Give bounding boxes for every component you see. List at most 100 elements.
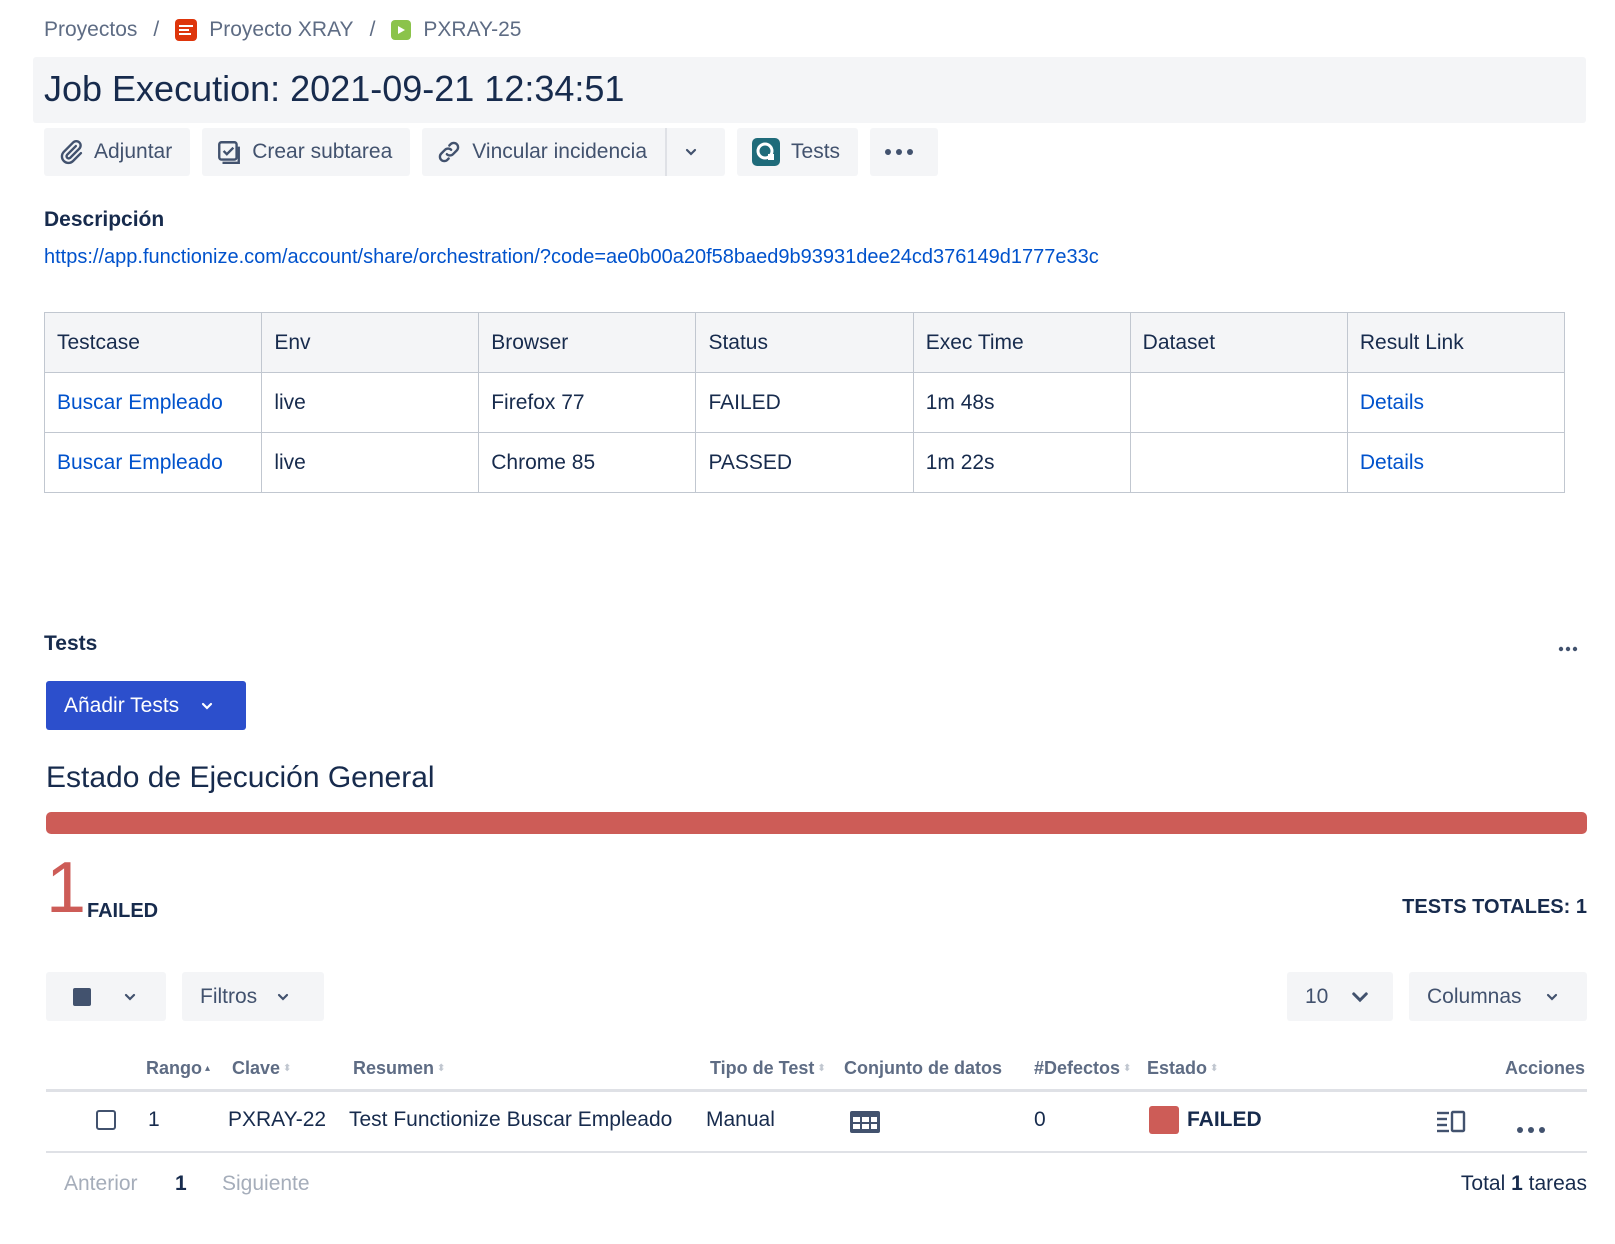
table-row: 1 PXRAY-22 Test Functionize Buscar Emple… xyxy=(46,1092,1587,1153)
execution-table-header: Testcase Env Browser Status Exec Time Da… xyxy=(43,312,1566,373)
breadcrumb-issue[interactable]: PXRAY-25 xyxy=(391,18,521,42)
page-title[interactable]: Job Execution: 2021-09-21 12:34:51 xyxy=(44,68,624,110)
column-header-label: Acciones xyxy=(1505,1058,1586,1078)
test-key-link[interactable]: PXRAY-22 xyxy=(228,1108,326,1132)
column-header-label: Clave xyxy=(232,1058,281,1078)
columns-dropdown[interactable]: Columnas xyxy=(1409,972,1587,1021)
attach-button[interactable]: Adjuntar xyxy=(44,128,191,176)
tests-total: TESTS TOTALES: 1 xyxy=(1402,896,1587,918)
tests-table-header: Rango ▴ Clave ⬍ Resumen ⬍ Tipo de Test ⬍… xyxy=(46,1054,1587,1092)
table-row: Buscar Empleado live Firefox 77 FAILED 1… xyxy=(43,372,1566,433)
create-subtask-button[interactable]: Crear subtarea xyxy=(202,128,411,176)
failed-count-label: FAILED xyxy=(87,900,159,922)
summary-cell: Test Functionize Buscar Empleado xyxy=(349,1108,673,1131)
filters-dropdown[interactable]: Filtros xyxy=(182,972,324,1021)
result-details-link[interactable]: Details xyxy=(1360,391,1424,414)
details-view-button[interactable] xyxy=(1435,1109,1467,1139)
column-header-label: Resumen xyxy=(353,1058,435,1078)
dataset-grid-button[interactable] xyxy=(849,1110,881,1140)
column-header-key[interactable]: Clave ⬍ xyxy=(232,1058,291,1079)
description-link[interactable]: https://app.functionize.com/account/shar… xyxy=(44,246,1099,269)
execution-status-heading: Estado de Ejecución General xyxy=(46,761,435,794)
column-header: Dataset xyxy=(1129,312,1348,373)
tests-app-icon xyxy=(752,138,781,166)
testcase-link[interactable]: Buscar Empleado xyxy=(57,451,223,474)
link-issue-label: Vincular incidencia xyxy=(472,140,648,163)
issue-toolbar: Adjuntar Crear subtarea Vincular inciden… xyxy=(44,128,950,176)
row-checkbox[interactable] xyxy=(96,1110,116,1130)
column-header-label: Rango xyxy=(146,1058,202,1078)
more-actions-button[interactable] xyxy=(870,128,939,176)
sort-icon: ⬍ xyxy=(817,1062,826,1074)
breadcrumb-projects[interactable]: Proyectos xyxy=(44,18,137,42)
select-all-checkbox[interactable] xyxy=(73,988,91,1006)
add-tests-button[interactable]: Añadir Tests xyxy=(46,681,246,730)
chevron-down-icon xyxy=(685,148,697,156)
column-header-state[interactable]: Estado ⬍ xyxy=(1147,1058,1218,1079)
status-cell: PASSED xyxy=(695,432,914,493)
bulk-select-dropdown[interactable] xyxy=(46,972,166,1021)
rank-cell: 1 xyxy=(148,1108,160,1131)
chevron-down-icon xyxy=(124,993,136,1001)
pagination-previous[interactable]: Anterior xyxy=(64,1172,138,1196)
sort-icon: ⬍ xyxy=(283,1062,292,1074)
total-tasks: Total 1 tareas xyxy=(1461,1172,1587,1196)
execution-table: Testcase Env Browser Status Exec Time Da… xyxy=(43,312,1566,493)
chevron-down-icon xyxy=(1546,993,1557,1001)
paperclip-icon xyxy=(60,140,83,165)
column-header-summary[interactable]: Resumen ⬍ xyxy=(353,1058,445,1079)
env-cell: live xyxy=(261,432,480,493)
status-cell: FAILED xyxy=(695,372,914,433)
column-header-rank[interactable]: Rango ▴ xyxy=(146,1058,210,1079)
env-cell: live xyxy=(261,372,480,433)
details-view-icon xyxy=(1437,1110,1466,1133)
link-icon xyxy=(439,141,460,163)
link-issue-button[interactable]: Vincular incidencia xyxy=(422,128,666,176)
column-header-label: #Defectos xyxy=(1034,1058,1121,1078)
column-header-defects[interactable]: #Defectos ⬍ xyxy=(1034,1058,1131,1079)
page-size-select[interactable]: 10 xyxy=(1287,972,1393,1021)
tests-app-label: Tests xyxy=(791,140,841,163)
pagination-current-page[interactable]: 1 xyxy=(175,1172,187,1196)
sort-icon: ⬍ xyxy=(1210,1062,1219,1074)
tests-section-more-button[interactable] xyxy=(1558,632,1578,658)
failed-count: 1 xyxy=(46,848,87,928)
state-label: FAILED xyxy=(1187,1108,1262,1131)
page-size-value: 10 xyxy=(1305,984,1329,1008)
chevron-down-icon xyxy=(278,993,289,1001)
chevron-down-icon xyxy=(202,702,213,710)
add-tests-label: Añadir Tests xyxy=(64,693,180,717)
tests-section-label: Tests xyxy=(44,632,98,655)
total-prefix: Total xyxy=(1460,1172,1506,1195)
total-count: 1 xyxy=(1511,1172,1523,1195)
row-more-button[interactable] xyxy=(1516,1116,1546,1140)
more-icon xyxy=(1517,1127,1545,1133)
create-subtask-label: Crear subtarea xyxy=(252,140,393,163)
breadcrumb: Proyectos / Proyecto XRAY / PXRAY-25 xyxy=(44,14,521,46)
project-icon xyxy=(175,19,198,41)
exec-time-cell: 1m 48s xyxy=(912,372,1131,433)
chevron-down-icon xyxy=(1352,991,1369,1002)
column-header: Exec Time xyxy=(912,312,1131,373)
pagination-next[interactable]: Siguiente xyxy=(222,1172,310,1196)
state-badge: FAILED xyxy=(1149,1106,1262,1134)
exec-time-cell: 1m 22s xyxy=(912,432,1131,493)
breadcrumb-issue-label: PXRAY-25 xyxy=(423,18,522,41)
testcase-link[interactable]: Buscar Empleado xyxy=(57,391,223,414)
column-header-actions: Acciones xyxy=(1505,1058,1585,1079)
link-issue-dropdown[interactable] xyxy=(665,128,726,176)
more-icon xyxy=(885,149,914,155)
column-header: Testcase xyxy=(43,312,263,373)
tests-app-button[interactable]: Tests xyxy=(737,128,859,176)
column-header-type[interactable]: Tipo de Test ⬍ xyxy=(710,1058,826,1079)
columns-label: Columnas xyxy=(1427,984,1522,1008)
execution-status-bar xyxy=(46,812,1587,834)
column-header: Status xyxy=(695,312,914,373)
breadcrumb-project[interactable]: Proyecto XRAY xyxy=(175,18,354,42)
attach-label: Adjuntar xyxy=(94,140,173,163)
result-details-link[interactable]: Details xyxy=(1360,451,1424,474)
browser-cell: Firefox 77 xyxy=(478,372,697,433)
test-type-cell: Manual xyxy=(706,1108,775,1131)
sort-icon: ▴ xyxy=(205,1062,211,1074)
column-header: Browser xyxy=(478,312,697,373)
